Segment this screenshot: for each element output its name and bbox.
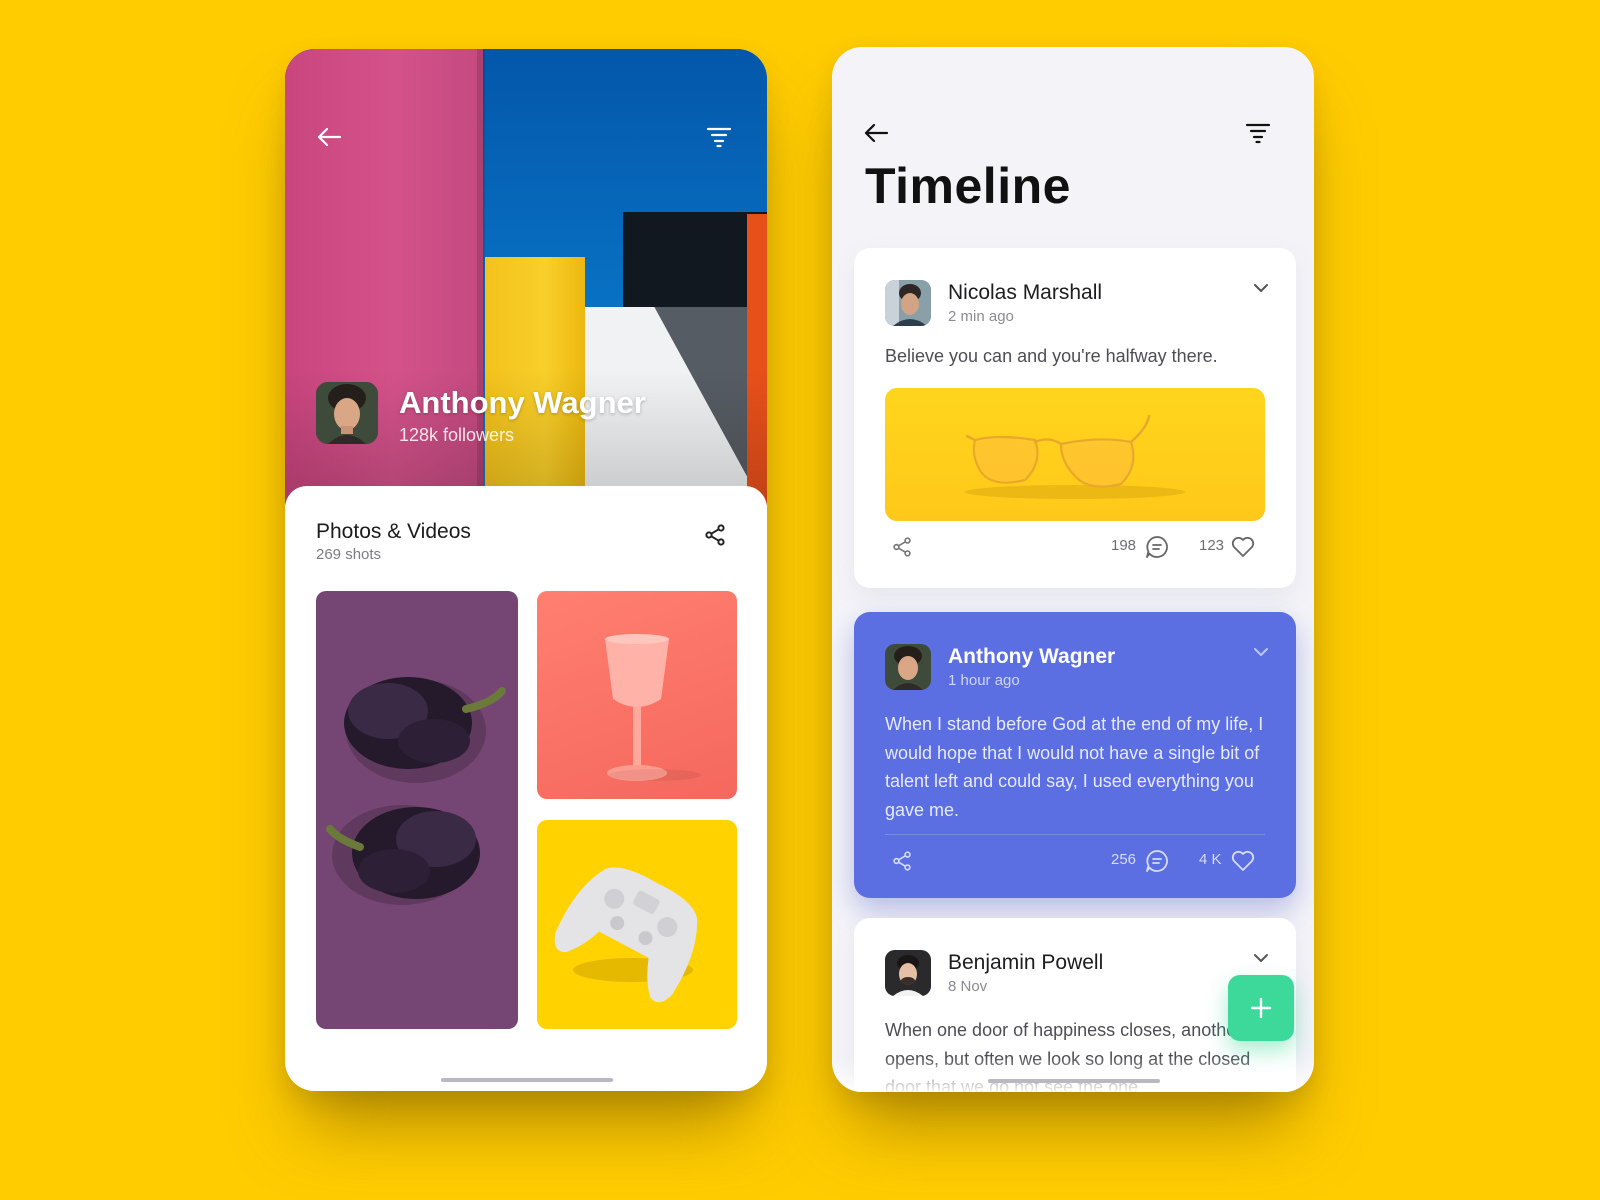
gallery-title: Photos & Videos (316, 520, 471, 543)
photos-videos-card: Photos & Videos 269 shots (285, 486, 767, 1091)
back-button[interactable] (313, 121, 345, 153)
chevron-down-icon (1254, 954, 1268, 962)
post-actions: 198 123 (885, 530, 1265, 564)
share-button[interactable] (889, 848, 915, 874)
post-time: 2 min ago (948, 308, 1014, 325)
peppers-image (326, 677, 506, 905)
avatar-portrait (885, 280, 931, 326)
timeline-post[interactable]: Nicolas Marshall 2 min ago Believe you c… (854, 248, 1296, 588)
comment-button[interactable] (1143, 533, 1171, 561)
avatar-portrait (316, 382, 378, 444)
arrow-left-icon (864, 123, 889, 143)
arrow-left-icon (317, 127, 342, 147)
post-options-button[interactable] (1249, 640, 1273, 664)
like-count: 4 K (1199, 851, 1222, 868)
like-button[interactable] (1229, 533, 1257, 561)
post-image[interactable] (885, 388, 1265, 521)
post-actions: 256 4 K (885, 844, 1265, 878)
share-button[interactable] (889, 534, 915, 560)
share-icon (705, 524, 725, 546)
author-name[interactable]: Benjamin Powell (948, 951, 1103, 975)
home-indicator (988, 1079, 1160, 1083)
filter-icon (1245, 123, 1271, 144)
gallery-tile-controller[interactable] (537, 820, 737, 1029)
like-button[interactable] (1229, 847, 1257, 875)
post-text: When I stand before God at the end of my… (885, 714, 1264, 820)
profile-name: Anthony Wagner (399, 385, 646, 420)
gallery-tile-glass[interactable] (537, 591, 737, 799)
sunglasses-image (965, 414, 1185, 499)
profile-screen: Anthony Wagner 128k followers Photos & V… (285, 49, 767, 1091)
home-indicator (441, 1078, 613, 1082)
avatar-portrait (885, 950, 931, 996)
author-name[interactable]: Anthony Wagner (948, 645, 1115, 669)
comment-icon (1146, 536, 1168, 558)
filter-button[interactable] (1242, 117, 1274, 149)
back-button[interactable] (860, 117, 892, 149)
wine-glass-image (605, 634, 701, 781)
gallery-share-button[interactable] (700, 520, 730, 550)
heart-icon (1231, 536, 1255, 557)
plus-icon (1250, 997, 1272, 1019)
comment-count: 256 (1111, 851, 1137, 868)
comment-icon (1146, 850, 1168, 872)
gallery-count: 269 shots (316, 546, 382, 563)
profile-avatar[interactable] (316, 382, 378, 444)
timeline-screen: Timeline Nicolas Marshall 2 min ago Beli… (832, 47, 1314, 1092)
like-count: 123 (1199, 537, 1225, 554)
avatar-portrait (885, 644, 931, 690)
author-name[interactable]: Nicolas Marshall (948, 281, 1102, 305)
add-post-button[interactable] (1228, 975, 1294, 1041)
post-options-button[interactable] (1249, 946, 1273, 970)
comment-button[interactable] (1143, 847, 1171, 875)
timeline-post-highlighted[interactable]: Anthony Wagner 1 hour ago When I stand b… (854, 612, 1296, 898)
heart-icon (1231, 850, 1255, 871)
comment-count: 198 (1111, 537, 1137, 554)
share-icon (893, 851, 911, 871)
filter-button[interactable] (703, 121, 735, 153)
profile-cover-photo: Anthony Wagner 128k followers (285, 49, 767, 505)
chevron-down-icon (1254, 648, 1268, 656)
post-options-button[interactable] (1249, 276, 1273, 300)
page-title: Timeline (865, 158, 1071, 214)
author-avatar[interactable] (885, 644, 931, 690)
gallery-tile-peppers[interactable] (316, 591, 518, 1029)
post-divider (885, 834, 1265, 835)
post-text: Believe you can and you're halfway there… (885, 346, 1218, 366)
share-icon (893, 537, 911, 557)
post-time: 8 Nov (948, 978, 988, 995)
post-time: 1 hour ago (948, 672, 1020, 689)
filter-icon (706, 127, 732, 148)
author-avatar[interactable] (885, 950, 931, 996)
author-avatar[interactable] (885, 280, 931, 326)
chevron-down-icon (1254, 284, 1268, 292)
game-controller-image (554, 867, 698, 1003)
profile-followers: 128k followers (399, 425, 515, 445)
scroll-fade (832, 1057, 1314, 1092)
